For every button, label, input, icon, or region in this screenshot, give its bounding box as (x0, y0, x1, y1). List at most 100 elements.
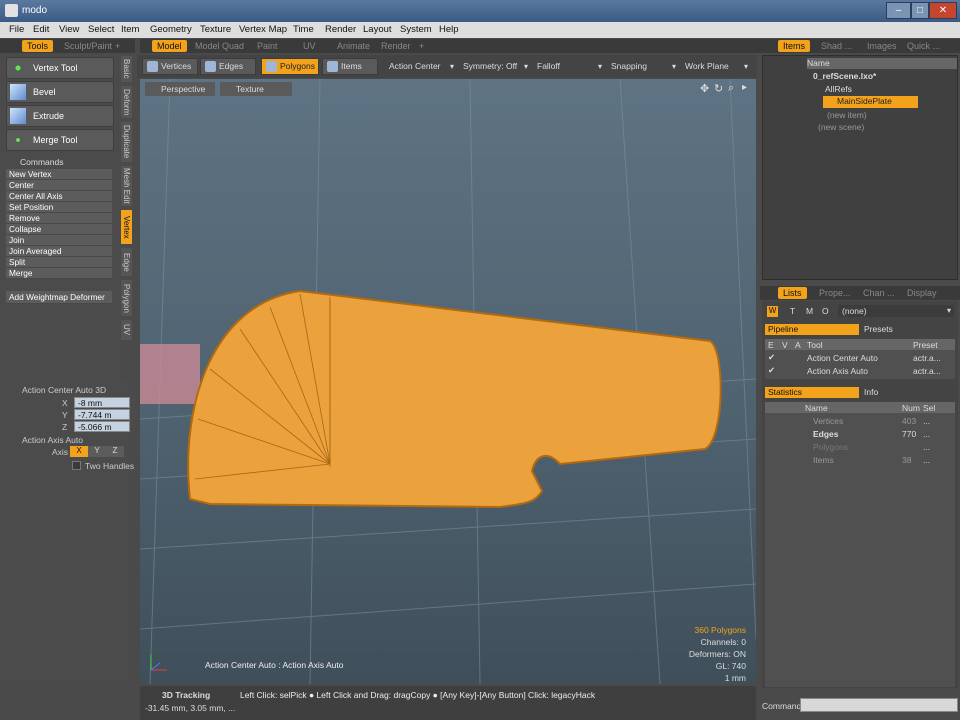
stats-row-sel[interactable]: ... (923, 429, 930, 439)
stats-row-sel[interactable]: ... (923, 442, 930, 452)
edges-mode-button[interactable]: Edges (200, 58, 256, 75)
two-handles-checkbox[interactable] (72, 461, 81, 470)
pipeline-row-preset[interactable]: actr.a... (913, 353, 941, 363)
snapping-dropdown[interactable]: Snapping (607, 58, 679, 75)
tab-tools[interactable]: Tools (22, 40, 54, 52)
3d-viewport[interactable]: Perspective Texture ✥ ↻ ⌕ ▸ Action Cente… (140, 79, 756, 684)
tab-shader[interactable]: Shad ... (816, 40, 857, 52)
new-item[interactable]: (new item) (827, 110, 867, 120)
menu-vertex-map[interactable]: Vertex Map (239, 24, 287, 35)
cmd-join-averaged[interactable]: Join Averaged (6, 246, 112, 257)
tab-presets[interactable]: Presets (864, 324, 893, 334)
scene-item[interactable]: 0_refScene.lxo* (813, 71, 876, 81)
tab-info[interactable]: Info (864, 387, 878, 397)
vtab-vertex[interactable]: Vertex (121, 210, 132, 244)
allrefs-item[interactable]: AllRefs (825, 84, 852, 94)
tab-lists[interactable]: Lists (778, 287, 807, 299)
viewport-rotate-icon[interactable]: ↻ (714, 82, 723, 95)
o-button[interactable]: O (822, 306, 829, 316)
cmd-split[interactable]: Split (6, 257, 112, 268)
pipeline-row-tool[interactable]: Action Center Auto (807, 353, 878, 363)
tab-quick[interactable]: Quick ... (902, 40, 945, 52)
merge-tool-button[interactable]: Merge Tool (6, 129, 114, 151)
tab-images[interactable]: Images (862, 40, 902, 52)
menu-geometry[interactable]: Geometry (150, 24, 192, 35)
menu-render[interactable]: Render (325, 24, 356, 35)
t-button[interactable]: T (790, 306, 795, 316)
stats-row-name[interactable]: Edges (813, 429, 839, 439)
menu-view[interactable]: View (59, 24, 79, 35)
menu-item[interactable]: Item (121, 24, 139, 35)
stats-row-name[interactable]: Items (813, 455, 834, 465)
pipeline-row-tool[interactable]: Action Axis Auto (807, 366, 868, 376)
vtab-polygon[interactable]: Polygon (121, 280, 132, 316)
tab-pipeline[interactable]: Pipeline (765, 324, 859, 335)
tab-add[interactable]: + (110, 40, 125, 52)
extrude-button[interactable]: Extrude (6, 105, 114, 127)
tab-properties[interactable]: Prope... (814, 287, 856, 299)
menu-texture[interactable]: Texture (200, 24, 231, 35)
action-center-z-field[interactable]: -5.066 m (74, 421, 130, 432)
stats-row-sel[interactable]: ... (923, 455, 930, 465)
cmd-center-all-axis[interactable]: Center All Axis (6, 191, 112, 202)
menu-edit[interactable]: Edit (33, 24, 49, 35)
tab-uv[interactable]: UV (298, 40, 321, 52)
tab-animate[interactable]: Animate (332, 40, 375, 52)
action-center-x-field[interactable]: -8 mm (74, 397, 130, 408)
menu-system[interactable]: System (400, 24, 432, 35)
tab-render[interactable]: Render (376, 40, 416, 52)
menu-time[interactable]: Time (293, 24, 314, 35)
m-button[interactable]: M (806, 306, 813, 316)
stats-row-name[interactable]: Polygons (813, 442, 848, 452)
cmd-set-position[interactable]: Set Position (6, 202, 112, 213)
vtab-mesh-edit[interactable]: Mesh Edit (121, 166, 132, 206)
axis-y-button[interactable]: Y (88, 446, 106, 457)
cmd-merge[interactable]: Merge (6, 268, 112, 279)
action-center-y-field[interactable]: -7.744 m (74, 409, 130, 420)
minimize-button[interactable]: – (886, 2, 911, 19)
menu-layout[interactable]: Layout (363, 24, 392, 35)
close-button[interactable]: ✕ (929, 2, 957, 19)
cmd-collapse[interactable]: Collapse (6, 224, 112, 235)
vertex-tool-button[interactable]: Vertex Tool (6, 57, 114, 79)
items-mode-button[interactable]: Items (322, 58, 378, 75)
viewport-move-icon[interactable]: ✥ (700, 82, 709, 95)
none-dropdown[interactable]: (none) (838, 305, 954, 317)
tab-paint[interactable]: Paint (252, 40, 283, 52)
tab-statistics[interactable]: Statistics (765, 387, 859, 398)
cmd-remove[interactable]: Remove (6, 213, 112, 224)
new-scene[interactable]: (new scene) (818, 122, 864, 132)
check-icon[interactable]: ✔ (768, 365, 775, 376)
vtab-uv[interactable]: UV (121, 320, 132, 340)
check-icon[interactable]: ✔ (768, 352, 775, 363)
tab-model[interactable]: Model (152, 40, 187, 52)
w-button[interactable]: W (767, 306, 778, 317)
tab-channels[interactable]: Chan ... (858, 287, 900, 299)
stats-row-name[interactable]: Vertices (813, 416, 843, 426)
vtab-edge[interactable]: Edge (121, 248, 132, 276)
tab-display[interactable]: Display (902, 287, 942, 299)
axis-z-button[interactable]: Z (106, 446, 124, 457)
viewport-zoom-icon[interactable]: ⌕ (728, 82, 734, 95)
menu-help[interactable]: Help (439, 24, 459, 35)
tab-viewport-add[interactable]: + (414, 40, 429, 52)
symmetry-dropdown[interactable]: Symmetry: Off (459, 58, 531, 75)
cmd-new-vertex[interactable]: New Vertex (6, 169, 112, 180)
menu-file[interactable]: File (9, 24, 24, 35)
cmd-center[interactable]: Center (6, 180, 112, 191)
tab-sculpt-paint[interactable]: Sculpt/Paint (59, 40, 117, 52)
viewport-more-icon[interactable]: ▸ (742, 82, 747, 93)
add-weightmap-deformer-button[interactable]: Add Weightmap Deformer (6, 291, 112, 304)
work-plane-dropdown[interactable]: Work Plane (681, 58, 751, 75)
axis-x-button[interactable]: X (70, 446, 88, 457)
perspective-button[interactable]: Perspective (145, 82, 215, 96)
bevel-button[interactable]: Bevel (6, 81, 114, 103)
menu-select[interactable]: Select (88, 24, 114, 35)
tab-items[interactable]: Items (778, 40, 811, 52)
vtab-duplicate[interactable]: Duplicate (121, 122, 132, 162)
mainsideplate-item[interactable]: MainSidePlate (823, 96, 918, 108)
command-input[interactable] (800, 698, 958, 712)
maximize-button[interactable]: □ (911, 2, 929, 19)
stats-row-sel[interactable]: ... (923, 416, 930, 426)
tab-model-quad[interactable]: Model Quad (190, 40, 249, 52)
